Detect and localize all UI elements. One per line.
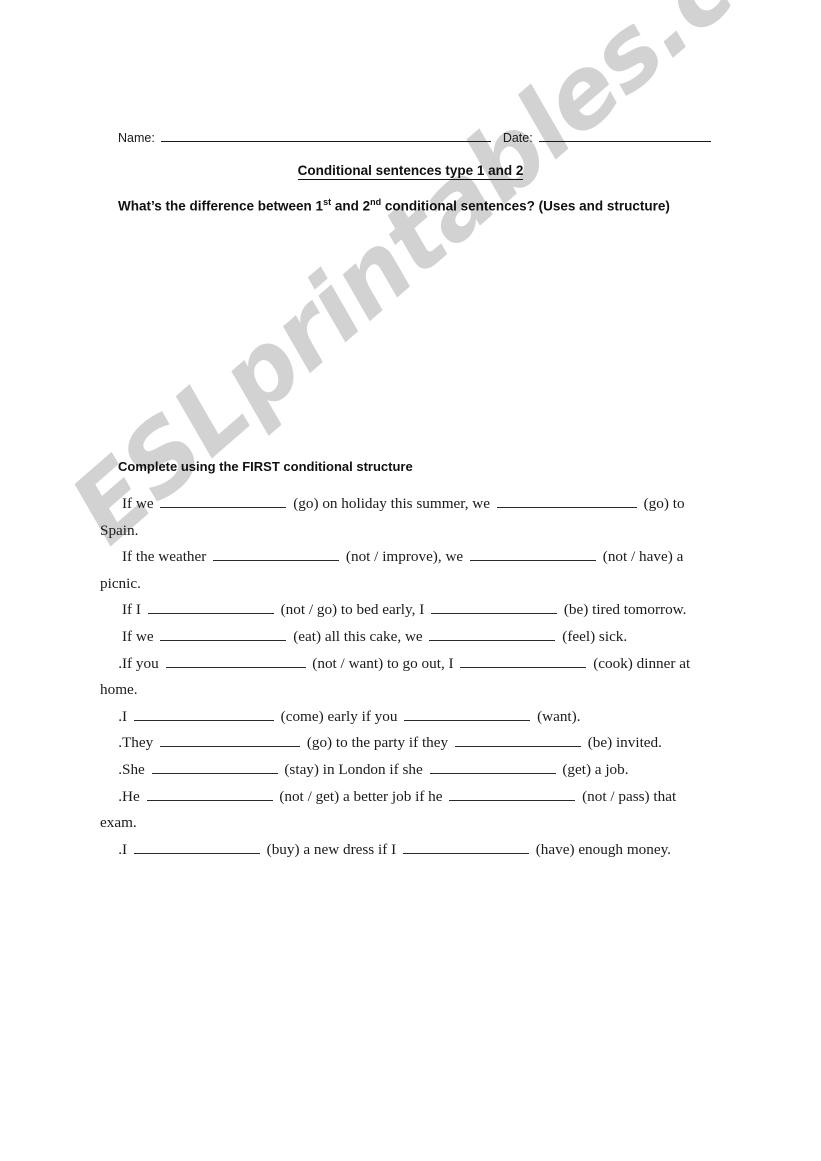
prompt-first-ordinal-suffix: st [323,197,332,207]
item-number: . [118,734,122,752]
document-content: Name: Date: Conditional sentences type 1… [0,0,821,1161]
answer-blank[interactable] [429,760,556,774]
exercise-item: .He (not / get) a better job if he (not … [100,784,700,837]
item-text-part3: (get) a job. [558,760,629,778]
answer-blank[interactable] [146,787,273,801]
item-text-part1: If we [122,627,158,645]
page-title-text: Conditional sentences type 1 and 2 [297,163,524,180]
item-text-part1: They [122,734,158,752]
item-text-part2: (go) to the party if they [303,734,452,752]
item-text-part2: (buy) a new dress if I [262,840,400,858]
item-text-part3: (be) invited. [583,734,662,752]
item-text-part1: If the weather [122,548,211,566]
answer-blank[interactable] [160,494,287,508]
prompt-second-ordinal-suffix: nd [370,197,382,207]
item-text-part2: (come) early if you [276,707,402,725]
answer-blank[interactable] [151,760,278,774]
item-text-part1: I [122,707,131,725]
prompt-second-ordinal-number: 2 [362,198,371,214]
answer-blank[interactable] [454,733,581,748]
item-text-part2: (go) on holiday this summer, we [289,495,494,512]
answer-blank[interactable] [165,654,306,668]
prompt-text-middle: and [331,198,363,214]
page-title: Conditional sentences type 1 and 2 [0,163,821,180]
exercise-item: If the weather (not / improve), we (not … [100,544,700,597]
item-text-part2: (eat) all this cake, we [289,627,427,645]
exercise-item: .She (stay) in London if she (get) a job… [100,757,700,784]
answer-blank[interactable] [404,707,531,721]
answer-blank[interactable] [160,627,287,641]
answer-blank[interactable] [496,494,637,508]
date-label: Date: [502,131,533,145]
answer-blank[interactable] [133,707,274,721]
item-text-part2: (stay) in London if she [280,760,427,778]
exercise-item: If we (go) on holiday this summer, we (g… [100,491,700,544]
item-text-part3: (feel) sick. [558,627,628,645]
exercise-item: .They (go) to the party if they (be) inv… [100,730,700,757]
item-number: . [118,840,122,858]
prompt-text-after: conditional sentences? (Uses and structu… [381,198,670,214]
exercise-list: If we (go) on holiday this summer, we (g… [100,491,700,863]
exercise-item: .If you (not / want) to go out, I (cook)… [100,651,700,704]
worksheet-page: ESLprintables.com Name: Date: Conditiona… [0,0,821,1161]
exercise-item: If we (eat) all this cake, we (feel) sic… [100,624,700,651]
item-number: . [118,654,122,672]
item-number: . [118,760,122,778]
answer-blank[interactable] [429,627,556,641]
name-label: Name: [118,131,155,145]
item-text-part3: (want). [533,707,581,725]
item-text-part2: (not / improve), we [342,548,467,566]
item-text-part1: If I [122,601,145,619]
answer-blank[interactable] [160,733,301,748]
item-text-part1: She [122,760,149,778]
item-text-part1: He [122,787,144,805]
item-text-part1: If we [122,495,158,512]
discussion-prompt: What’s the difference between 1st and 2n… [118,197,718,214]
item-text-part2: (not / go) to bed early, I [276,601,429,619]
item-number: . [118,787,122,805]
item-text-part2: (not / get) a better job if he [275,787,447,805]
exercise-item: .I (buy) a new dress if I (have) enough … [100,837,700,864]
item-number: . [118,707,122,725]
item-text-part1: I [122,840,131,858]
answer-blank[interactable] [213,547,340,562]
answer-blank[interactable] [469,547,596,562]
prompt-text-before: What’s the difference between [118,198,316,214]
answer-blank[interactable] [431,600,558,615]
item-text-part3: (be) tired tomorrow. [560,601,687,619]
item-text-part1: If you [122,654,163,672]
name-input-rule[interactable] [160,130,491,142]
answer-blank[interactable] [147,600,274,615]
item-text-part2: (not / want) to go out, I [308,654,458,672]
exercise-heading: Complete using the FIRST conditional str… [118,459,413,474]
date-input-rule[interactable] [538,130,711,142]
name-date-row: Name: Date: [118,130,711,145]
exercise-item: .I (come) early if you (want). [100,704,700,731]
answer-blank[interactable] [402,840,529,854]
answer-blank[interactable] [460,654,587,668]
exercise-item: If I (not / go) to bed early, I (be) tir… [100,597,700,624]
prompt-first-ordinal-number: 1 [315,198,324,214]
item-text-part3: (have) enough money. [531,840,671,858]
answer-blank[interactable] [449,787,576,801]
answer-blank[interactable] [133,840,260,854]
